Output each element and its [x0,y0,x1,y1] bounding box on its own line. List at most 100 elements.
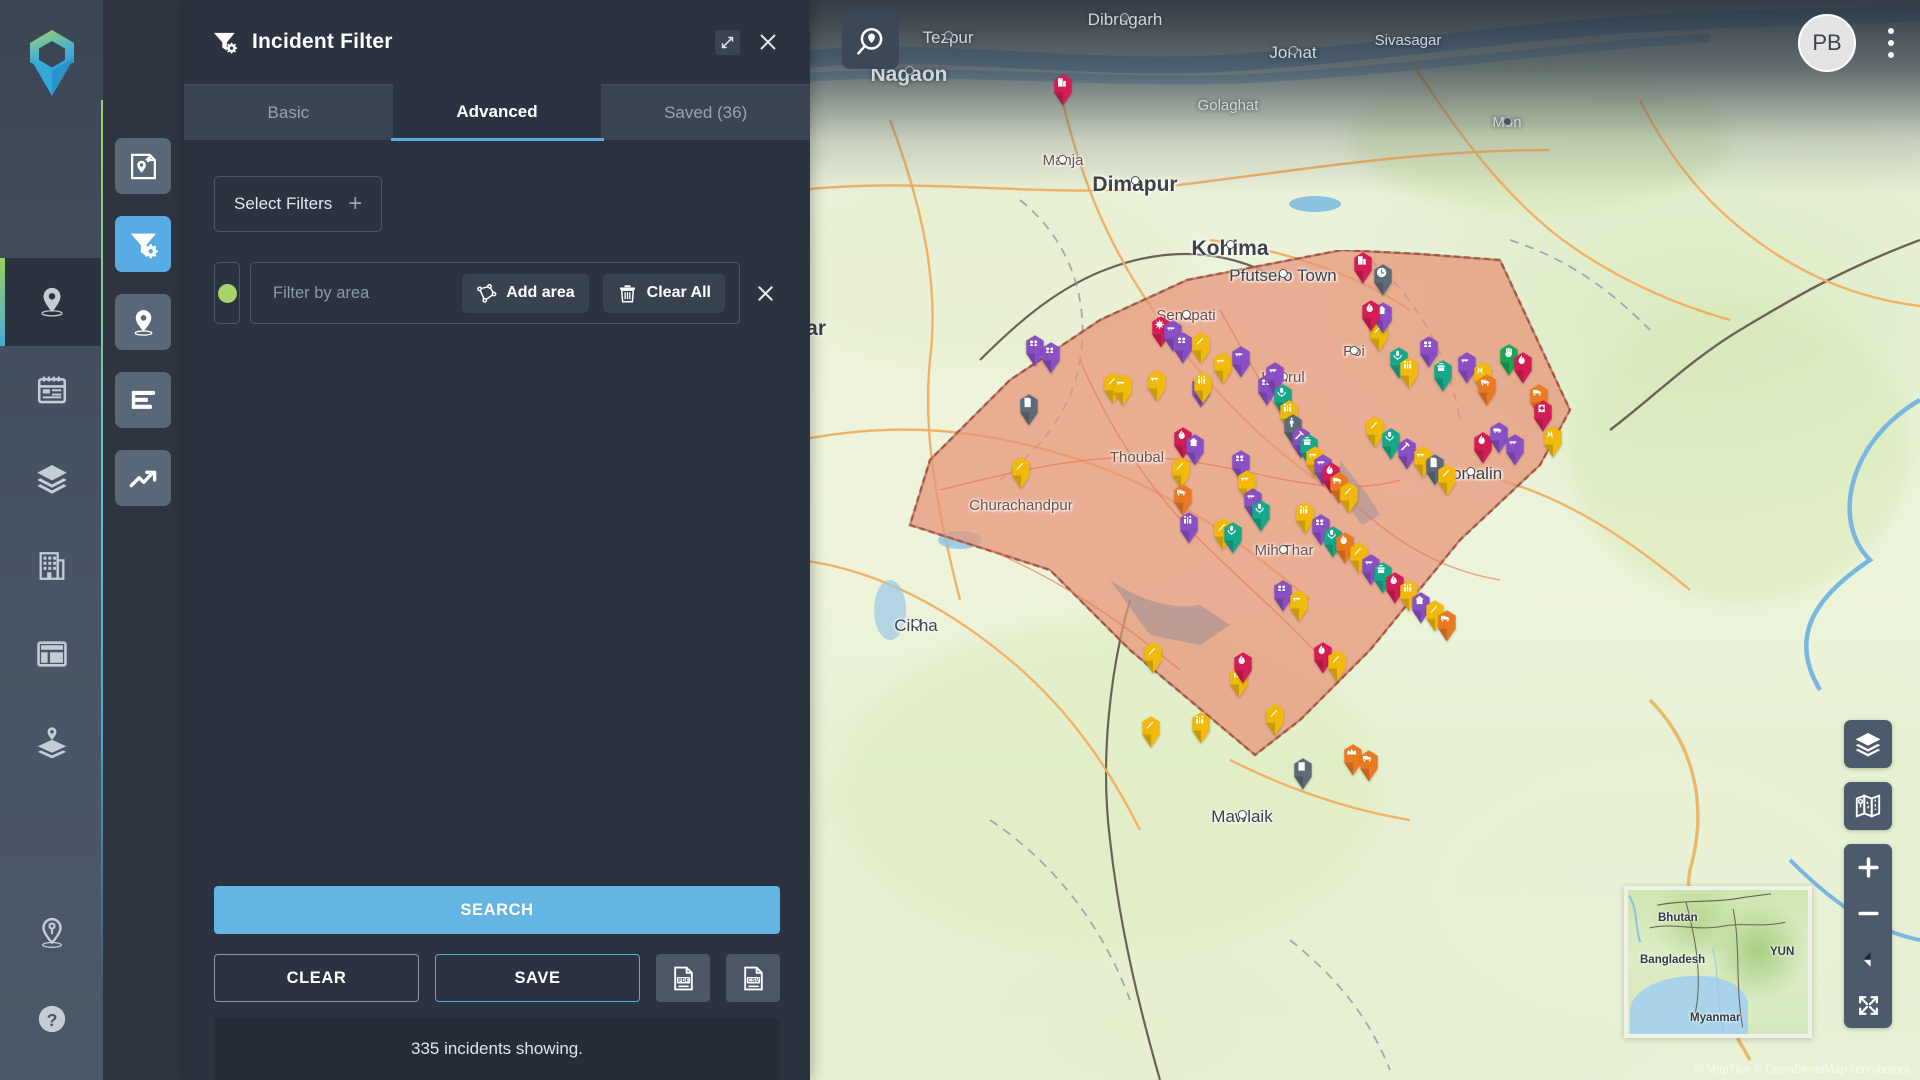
search-location-button[interactable] [842,12,899,69]
incident-pin[interactable] [1050,72,1076,106]
zoom-out-button[interactable] [1844,890,1892,936]
incident-pin[interactable] [1540,424,1566,458]
add-area-button[interactable]: Add area [462,273,589,313]
sidebar-item-facilities[interactable] [0,522,103,610]
app-logo[interactable] [26,28,78,98]
pdf-file-icon: PDF [673,966,693,990]
tool-rail [115,138,171,506]
compass-button[interactable] [1844,936,1892,982]
sidebar-accent-line [101,100,103,1000]
save-button[interactable]: SAVE [435,954,640,1002]
sidebar-item-dashboard[interactable] [0,610,103,698]
incident-pin[interactable] [1230,650,1256,684]
incident-pin[interactable] [1188,330,1214,364]
incident-pin[interactable] [1176,510,1202,544]
incident-pin[interactable] [1286,588,1312,622]
incident-pin[interactable] [1510,350,1536,384]
incident-pin[interactable] [1138,714,1164,748]
incident-pin[interactable] [1220,520,1246,554]
search-pin-icon [856,27,882,55]
incident-pin[interactable] [1290,756,1316,790]
incident-pin[interactable] [1248,498,1274,532]
incident-pin[interactable] [1474,372,1500,406]
filter-tabs: Basic Advanced Saved (36) [184,84,811,140]
incident-pin[interactable] [1038,340,1064,374]
incident-pin[interactable] [1430,358,1456,392]
incident-pin[interactable] [1356,748,1382,782]
incident-count-text: 335 incidents showing. [410,1039,583,1058]
export-csv-button[interactable]: CSV [726,954,780,1002]
expand-panel-icon[interactable] [715,29,740,55]
incident-pin[interactable] [1016,392,1042,426]
incident-pin[interactable] [1434,462,1460,496]
map-layers-button[interactable] [1844,720,1892,768]
trends-button[interactable] [115,450,171,506]
minimap[interactable]: Bhutan Bangladesh Myanmar YUN [1624,886,1812,1038]
close-panel-icon[interactable] [754,28,782,56]
incident-pin[interactable] [1140,640,1166,674]
select-filters-label: Select Filters [234,194,333,213]
remove-filter-row-icon[interactable] [750,283,780,304]
minimap-label: Myanmar [1690,1012,1741,1024]
page-title: Incident Filter [252,30,393,53]
reports-button[interactable] [115,372,171,428]
panel-header: Incident Filter [184,0,810,84]
incident-pin[interactable] [1434,608,1460,642]
clear-all-label: Clear All [646,284,711,301]
clear-all-button[interactable]: Clear All [602,273,725,313]
map-canvas[interactable]: Dibrugarh Tezpur Jorhat Sivasagar Nagaon Gola… [810,0,1920,1080]
svg-text:PDF: PDF [678,978,689,984]
incident-pin[interactable] [1188,710,1214,744]
csv-file-icon: CSV [743,966,763,990]
incident-filter-button[interactable] [115,216,171,272]
add-incident-button[interactable] [115,138,171,194]
tab-saved[interactable]: Saved (36) [601,84,811,140]
filter-status-chip[interactable] [214,262,240,324]
search-button[interactable]: SEARCH [214,886,780,934]
sidebar-item-map-layers[interactable] [0,698,103,786]
status-dot-icon [217,283,237,303]
minimap-label: Bangladesh [1640,954,1706,966]
locations-button[interactable] [115,294,171,350]
export-pdf-button[interactable]: PDF [656,954,710,1002]
area-filter-field[interactable]: Filter by area Add area Clear All [250,262,740,324]
filter-gear-icon [214,32,237,54]
incident-pin[interactable] [1262,702,1288,736]
zoom-controls [1844,844,1892,1028]
minimap-label: YUN [1770,946,1795,958]
more-options-icon[interactable] [1888,28,1894,64]
sidebar-item-map[interactable] [0,258,103,346]
svg-text:?: ? [46,1010,57,1030]
panel-footer: SEARCH CLEAR SAVE PDF CSV 335 incidents … [184,886,810,1080]
incident-pin[interactable] [1008,455,1034,489]
primary-sidebar: ? [0,0,103,1080]
incident-pin[interactable] [1228,344,1254,378]
avatar[interactable]: PB [1798,14,1856,72]
svg-text:CSV: CSV [747,978,758,984]
incident-pin[interactable] [1502,432,1528,466]
incident-filter-panel: Incident Filter Basic Advanced Saved (36… [184,0,811,1080]
status-bar: 335 incidents showing. [214,1018,780,1080]
clear-button[interactable]: CLEAR [214,954,419,1002]
incident-pin[interactable] [1358,298,1384,332]
sidebar-item-help[interactable]: ? [0,976,103,1062]
area-filter-row: Filter by area Add area Clear All [214,262,780,324]
select-filters-button[interactable]: Select Filters + [214,176,383,232]
basemap-button[interactable] [1844,782,1892,830]
add-area-label: Add area [506,284,575,301]
sidebar-item-layers[interactable] [0,434,103,522]
sidebar-bottom-nav: ? [0,890,103,1062]
incident-pin[interactable] [1350,250,1376,284]
trash-icon [619,284,635,302]
incident-pin[interactable] [1324,648,1350,682]
incident-pin[interactable] [1144,368,1170,402]
incident-pin[interactable] [1336,480,1362,514]
zoom-in-button[interactable] [1844,844,1892,890]
sidebar-item-legend[interactable] [0,890,103,976]
tab-advanced[interactable]: Advanced [392,84,602,140]
incident-pin[interactable] [1396,355,1422,389]
incident-pin[interactable] [1110,372,1136,406]
sidebar-item-calendar[interactable] [0,346,103,434]
tab-basic[interactable]: Basic [184,84,393,140]
fullscreen-button[interactable] [1844,982,1892,1028]
